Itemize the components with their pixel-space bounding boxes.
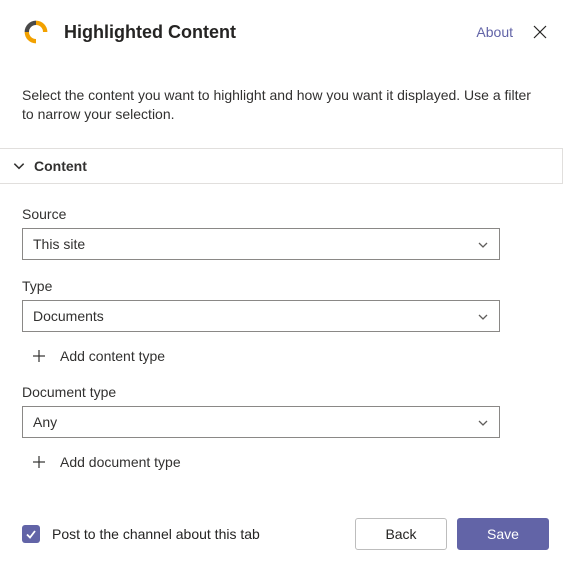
add-content-type-label: Add content type (60, 348, 165, 364)
chevron-down-icon (477, 238, 489, 250)
type-value: Documents (33, 308, 104, 324)
source-label: Source (22, 206, 543, 222)
chevron-down-icon (12, 159, 26, 173)
add-content-type-link[interactable]: Add content type (22, 346, 543, 366)
plus-icon (32, 349, 46, 363)
post-to-channel-label: Post to the channel about this tab (52, 526, 345, 542)
document-type-field: Document type Any Add document type (22, 384, 563, 472)
section-title: Content (34, 158, 87, 174)
document-type-value: Any (33, 414, 57, 430)
save-button-label: Save (487, 526, 519, 542)
dialog-header: Highlighted Content About (0, 0, 571, 58)
source-value: This site (33, 236, 85, 252)
back-button-label: Back (385, 526, 416, 542)
type-field: Type Documents Add content type (22, 278, 563, 366)
document-type-label: Document type (22, 384, 543, 400)
about-link[interactable]: About (476, 24, 513, 40)
source-dropdown[interactable]: This site (22, 228, 500, 260)
document-type-dropdown[interactable]: Any (22, 406, 500, 438)
content-section-header[interactable]: Content (0, 148, 563, 184)
close-button[interactable] (531, 23, 549, 41)
dialog-footer: Post to the channel about this tab Back … (0, 502, 571, 566)
add-document-type-label: Add document type (60, 454, 181, 470)
content-scroll-region[interactable]: Select the content you want to highlight… (0, 74, 571, 502)
highlighted-content-icon (22, 18, 50, 46)
chevron-down-icon (477, 310, 489, 322)
back-button[interactable]: Back (355, 518, 447, 550)
add-document-type-link[interactable]: Add document type (22, 452, 543, 472)
save-button[interactable]: Save (457, 518, 549, 550)
type-label: Type (22, 278, 543, 294)
plus-icon (32, 455, 46, 469)
close-icon (533, 25, 547, 39)
dialog-title: Highlighted Content (64, 22, 476, 43)
intro-text: Select the content you want to highlight… (22, 86, 563, 124)
chevron-down-icon (477, 416, 489, 428)
post-to-channel-checkbox[interactable] (22, 525, 40, 543)
source-field: Source This site (22, 206, 563, 260)
checkmark-icon (25, 528, 37, 540)
type-dropdown[interactable]: Documents (22, 300, 500, 332)
